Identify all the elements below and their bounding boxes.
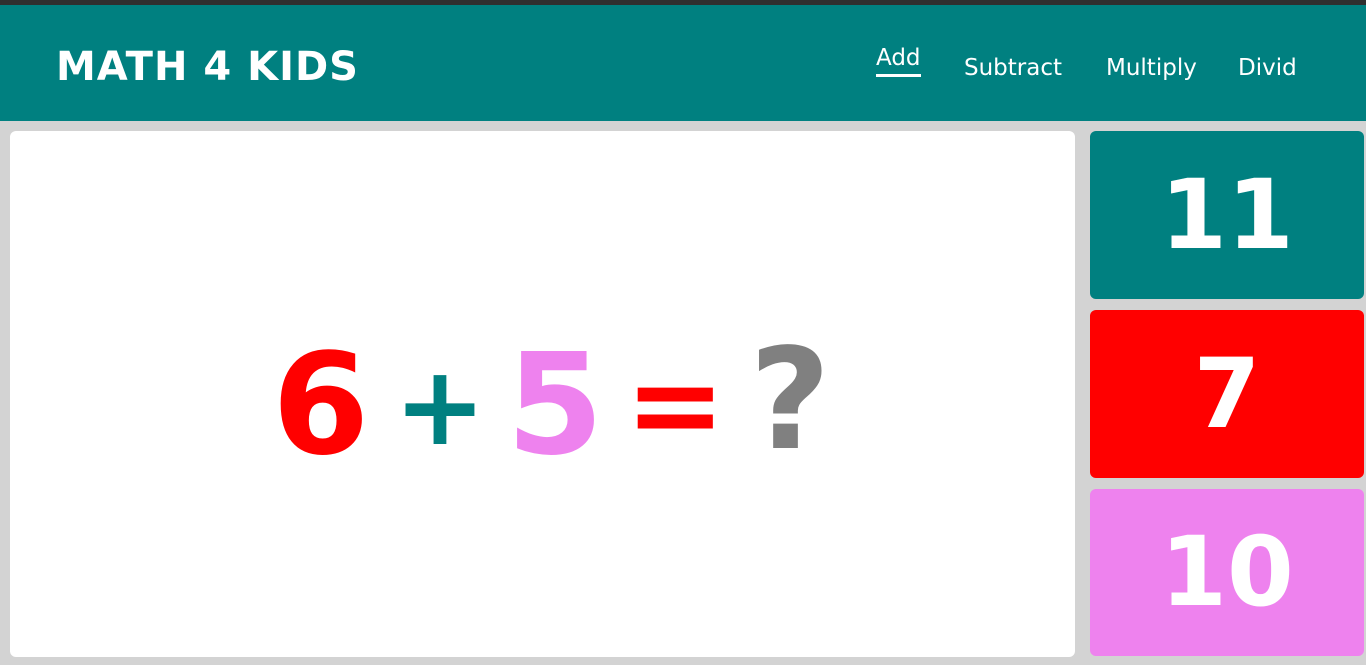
app-title: MATH 4 KIDS: [56, 44, 359, 90]
operator-sign: +: [393, 342, 487, 470]
app-header: MATH 4 KIDS Add Subtract Multiply Divid: [0, 5, 1366, 121]
unknown-result: ?: [749, 319, 831, 482]
nav-tab-multiply[interactable]: Multiply: [1106, 53, 1197, 83]
question-board: 6 + 5 = ?: [10, 131, 1075, 657]
operand-b: 5: [506, 324, 604, 487]
answer-button-3[interactable]: 10: [1090, 489, 1364, 656]
nav-tab-divide[interactable]: Divid: [1238, 53, 1297, 83]
answer-button-1[interactable]: 11: [1090, 131, 1364, 299]
nav-tab-subtract[interactable]: Subtract: [964, 53, 1062, 83]
answer-button-2[interactable]: 7: [1090, 310, 1364, 478]
operand-a: 6: [272, 324, 370, 487]
equals-sign: =: [625, 336, 726, 475]
nav-tab-add[interactable]: Add: [876, 43, 921, 77]
